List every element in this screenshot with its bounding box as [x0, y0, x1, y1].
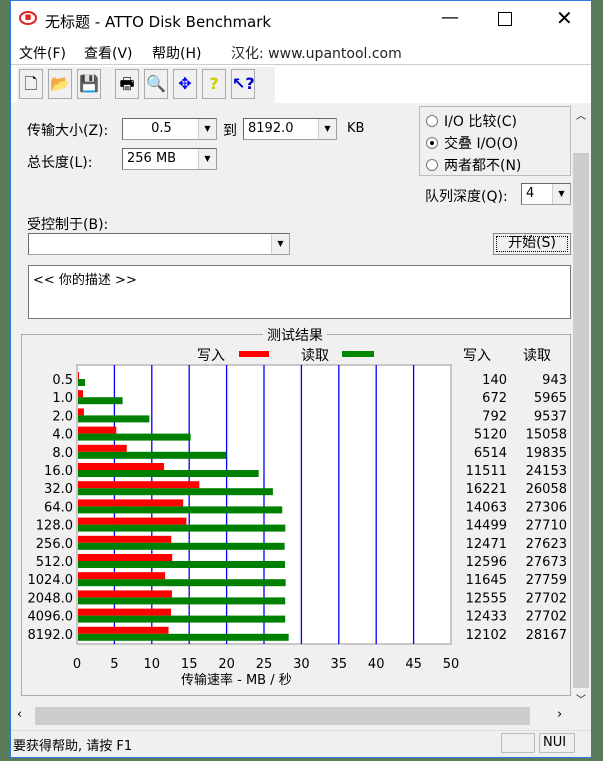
y-tick-label: 1.0 [52, 391, 73, 406]
scroll-down-icon[interactable]: ﹀ [576, 691, 586, 706]
write-value: 14063 [466, 500, 507, 515]
read-bar [78, 470, 259, 477]
y-tick-label: 0.5 [52, 373, 73, 388]
x-tick-label: 50 [443, 657, 460, 672]
write-bar [78, 608, 171, 616]
read-bar [78, 397, 123, 405]
read-value: 15058 [526, 428, 567, 443]
y-tick-label: 128.0 [36, 519, 73, 534]
x-tick-label: 40 [368, 657, 385, 672]
read-bar [78, 451, 227, 459]
y-tick-label: 32.0 [44, 482, 73, 497]
write-bar [78, 426, 117, 434]
y-tick-label: 8.0 [52, 446, 73, 461]
y-tick-label: 4096.0 [28, 610, 74, 625]
write-value: 12433 [466, 610, 507, 625]
read-bar [78, 579, 286, 587]
read-value: 24153 [526, 464, 567, 479]
vertical-scroll-thumb[interactable] [573, 153, 589, 688]
horizontal-scroll-thumb[interactable] [35, 707, 530, 725]
read-value: 27710 [526, 519, 567, 534]
y-tick-label: 2048.0 [28, 591, 74, 606]
y-tick-label: 256.0 [36, 537, 73, 552]
x-tick-label: 30 [293, 657, 310, 672]
read-bar [78, 542, 285, 550]
write-bar [78, 499, 184, 507]
write-bar [78, 463, 165, 470]
status-help-text: 要获得帮助, 请按 F1 [13, 739, 133, 754]
read-value: 27759 [526, 573, 567, 588]
read-bar [78, 524, 286, 532]
write-bar [78, 535, 172, 543]
read-value: 27623 [526, 537, 567, 552]
read-value: 943 [542, 373, 567, 388]
write-value: 16221 [466, 482, 507, 497]
y-tick-label: 16.0 [44, 464, 73, 479]
y-tick-label: 4.0 [52, 428, 73, 443]
read-value: 9537 [534, 409, 567, 424]
x-tick-label: 45 [405, 657, 422, 672]
read-bar [78, 506, 283, 514]
y-tick-label: 8192.0 [28, 628, 74, 643]
horizontal-scrollbar[interactable]: ‹ › [11, 705, 571, 727]
write-bar [78, 390, 84, 398]
read-value: 28167 [526, 628, 567, 643]
write-value: 672 [482, 391, 507, 406]
write-value: 14499 [466, 519, 507, 534]
read-bar [78, 597, 286, 605]
status-panel [501, 733, 535, 753]
read-value: 5965 [534, 391, 567, 406]
write-value: 6514 [474, 446, 507, 461]
read-bar [78, 615, 286, 623]
write-bar [78, 572, 166, 580]
write-value: 12102 [466, 628, 507, 643]
y-tick-label: 64.0 [44, 500, 73, 515]
vertical-scrollbar[interactable]: ︿ ﹀ [571, 105, 591, 708]
status-bar: 要获得帮助, 请按 F1 NUI [11, 730, 591, 756]
write-bar [78, 517, 187, 525]
read-value: 27306 [526, 500, 567, 515]
read-bar [78, 379, 86, 386]
x-axis-label: 传输速率 - MB / 秒 [181, 673, 292, 688]
y-tick-label: 1024.0 [28, 573, 74, 588]
read-value: 26058 [526, 482, 567, 497]
write-bar [78, 408, 84, 416]
read-value: 27673 [526, 555, 567, 570]
write-value: 11645 [466, 573, 507, 588]
write-bar [78, 626, 169, 634]
read-bar [78, 433, 191, 441]
write-bar [78, 590, 172, 598]
read-bar [78, 561, 285, 568]
read-bar [78, 488, 273, 496]
y-tick-label: 512.0 [36, 555, 73, 570]
scroll-up-icon[interactable]: ︿ [576, 107, 586, 122]
read-value: 27702 [526, 610, 567, 625]
scroll-right-icon[interactable]: › [557, 707, 562, 722]
write-bar [78, 372, 80, 379]
write-bar [78, 481, 200, 489]
scroll-left-icon[interactable]: ‹ [17, 707, 22, 722]
read-value: 19835 [526, 446, 567, 461]
x-tick-label: 0 [73, 657, 81, 672]
y-tick-label: 2.0 [52, 409, 73, 424]
write-value: 5120 [474, 428, 507, 443]
write-bar [78, 444, 127, 452]
write-bar [78, 554, 173, 561]
write-value: 792 [482, 409, 507, 424]
read-value: 27702 [526, 591, 567, 606]
x-tick-label: 35 [331, 657, 348, 672]
write-value: 140 [482, 373, 507, 388]
write-value: 12596 [466, 555, 507, 570]
num-lock-indicator: NUI [539, 733, 575, 753]
benchmark-chart: 0 5 10 15 20 25 30 35 40 45 500.5 140 9431.0 672 59652… [28, 364, 567, 672]
write-value: 12555 [466, 591, 507, 606]
app-window: ■ 无标题 - ATTO Disk Benchmark — ✕ 文件(F) 查看… [10, 0, 592, 758]
write-value: 12471 [466, 537, 507, 552]
write-value: 11511 [466, 464, 507, 479]
read-bar [78, 415, 150, 423]
x-tick-label: 5 [110, 657, 118, 672]
read-bar [78, 633, 289, 641]
x-tick-label: 10 [144, 657, 161, 672]
